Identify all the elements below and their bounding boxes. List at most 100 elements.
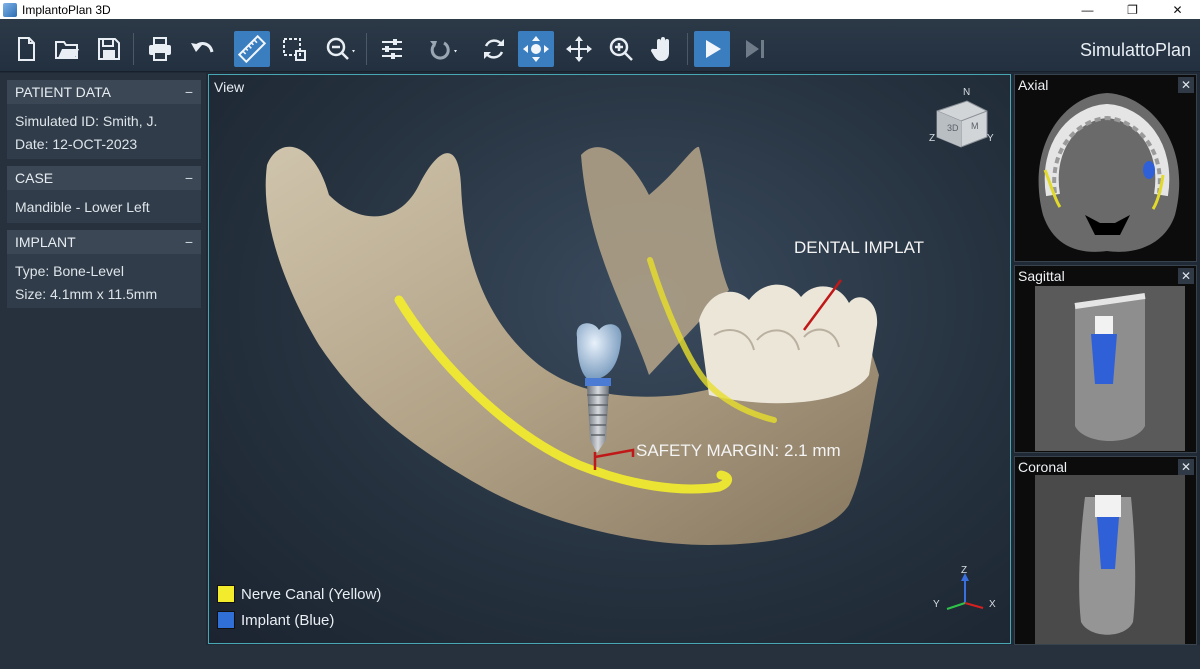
move-arrows-icon xyxy=(566,36,592,62)
annotation-safety-margin: SAFETY MARGIN: 2.1 mm xyxy=(636,441,841,460)
main-toolbar: SimulattoPlan xyxy=(0,19,1200,72)
mandible-render: N 3D M Z Y Z Y X xyxy=(265,87,996,610)
save-icon xyxy=(98,38,120,60)
patient-data-header[interactable]: PATIENT DATA − xyxy=(7,80,201,104)
minimize-button[interactable]: — xyxy=(1065,0,1110,19)
rotate-dropdown-button[interactable] xyxy=(420,31,464,67)
coronal-label: Coronal xyxy=(1018,459,1068,475)
axis-label-z: Z xyxy=(961,565,967,576)
sagittal-close-button[interactable]: ✕ xyxy=(1178,268,1194,284)
cube-label-n: N xyxy=(963,87,970,98)
ruler-icon xyxy=(238,35,266,63)
coronal-view-panel[interactable]: Coronal ✕ xyxy=(1014,456,1197,645)
axial-label: Axial xyxy=(1018,77,1049,93)
collapse-icon[interactable]: − xyxy=(185,170,193,186)
undo-button[interactable] xyxy=(184,31,220,67)
zoom-out-icon xyxy=(326,37,355,60)
title-bar: ImplantoPlan 3D — ❐ ✕ xyxy=(0,0,1200,19)
adjust-settings-button[interactable] xyxy=(374,31,410,67)
brand-name: SimulattoPlan xyxy=(1079,40,1191,60)
restore-button[interactable]: ❐ xyxy=(1110,0,1155,19)
selection-box-icon xyxy=(283,38,306,61)
implant-header[interactable]: IMPLANT − xyxy=(7,230,201,254)
teeth xyxy=(699,284,878,404)
hand-tool-button[interactable] xyxy=(645,31,681,67)
case-body: Mandible - Lower Left xyxy=(7,190,201,223)
collapse-icon[interactable]: − xyxy=(185,84,193,100)
left-sidebar: PATIENT DATA − Simulated ID: Smith, J. D… xyxy=(0,73,206,669)
patient-data-panel: PATIENT DATA − Simulated ID: Smith, J. D… xyxy=(7,80,201,159)
print-button[interactable] xyxy=(142,31,178,67)
new-file-button[interactable] xyxy=(8,31,44,67)
legend-label: Nerve Canal (Yellow) xyxy=(241,585,382,603)
legend-label: Implant (Blue) xyxy=(241,611,335,629)
toolbar-separator xyxy=(687,33,688,65)
implant-size: Size: 4.1mm x 11.5mm xyxy=(15,286,158,302)
open-folder-icon xyxy=(55,41,79,59)
move-button[interactable] xyxy=(561,31,597,67)
panel-title: CASE xyxy=(15,170,54,186)
hand-icon xyxy=(650,37,669,61)
zoom-dropdown-button[interactable] xyxy=(320,31,362,67)
window-title: ImplantoPlan 3D xyxy=(22,2,111,17)
axis-triad xyxy=(946,573,984,610)
sagittal-scan-image xyxy=(1035,286,1185,451)
refresh-icon xyxy=(484,39,504,59)
coronal-scan-image xyxy=(1035,475,1185,644)
legend-item-implant: Implant (Blue) xyxy=(217,611,381,629)
collapse-icon[interactable]: − xyxy=(185,234,193,250)
legend-swatch-nerve xyxy=(217,585,235,603)
3d-viewport[interactable]: View N 3D M Z Y Z Y X DENTAL IMPLAT SAFE… xyxy=(208,74,1011,644)
implant-type: Type: Bone-Level xyxy=(15,263,124,279)
cube-label-y: Y xyxy=(987,133,994,144)
case-panel: CASE − Mandible - Lower Left xyxy=(7,166,201,223)
panel-title: PATIENT DATA xyxy=(15,84,111,100)
close-window-button[interactable]: ✕ xyxy=(1155,0,1200,19)
sagittal-label: Sagittal xyxy=(1018,268,1065,284)
open-button[interactable] xyxy=(49,31,85,67)
sagittal-view-panel[interactable]: Sagittal ✕ xyxy=(1014,265,1197,453)
axial-close-button[interactable]: ✕ xyxy=(1178,77,1194,93)
cube-label-3d: 3D xyxy=(947,123,959,133)
cube-label-m: M xyxy=(971,121,979,131)
pan-center-icon xyxy=(523,36,549,62)
patient-date: Date: 12-OCT-2023 xyxy=(15,136,138,152)
status-strip xyxy=(0,645,1200,669)
patient-id: Simulated ID: Smith, J. xyxy=(15,113,158,129)
sliders-icon xyxy=(382,39,402,59)
axis-label-x: X xyxy=(989,599,996,610)
app-icon xyxy=(3,2,17,17)
zoom-in-button[interactable] xyxy=(603,31,639,67)
refresh-button[interactable] xyxy=(476,31,512,67)
legend-item-nerve: Nerve Canal (Yellow) xyxy=(217,585,381,603)
toolbar-separator xyxy=(366,33,367,65)
axis-label-y: Y xyxy=(933,599,940,610)
undo-icon xyxy=(191,42,214,53)
legend-swatch-implant xyxy=(217,611,235,629)
toolbar-separator xyxy=(133,33,134,65)
patient-data-body: Simulated ID: Smith, J. Date: 12-OCT-202… xyxy=(7,104,201,160)
orientation-cube[interactable] xyxy=(936,100,988,148)
play-button[interactable] xyxy=(694,31,730,67)
zoom-in-icon xyxy=(609,37,633,61)
pan-center-button[interactable] xyxy=(518,31,554,67)
print-icon xyxy=(149,37,171,61)
axial-view-panel[interactable]: Axial ✕ xyxy=(1014,74,1197,262)
step-forward-icon xyxy=(746,40,764,58)
legend: Nerve Canal (Yellow) Implant (Blue) xyxy=(217,577,381,629)
new-file-icon xyxy=(18,37,35,61)
case-header[interactable]: CASE − xyxy=(7,166,201,190)
cube-label-z: Z xyxy=(929,133,935,144)
rotate-icon xyxy=(430,41,457,60)
select-region-button[interactable] xyxy=(276,31,312,67)
save-button[interactable] xyxy=(91,31,127,67)
coronal-close-button[interactable]: ✕ xyxy=(1178,459,1194,475)
measure-tool-button[interactable] xyxy=(234,31,270,67)
panel-title: IMPLANT xyxy=(15,234,76,250)
annotation-dental-implant: DENTAL IMPLAT xyxy=(794,238,925,257)
window-controls: — ❐ ✕ xyxy=(1065,0,1200,19)
implant-panel: IMPLANT − Type: Bone-Level Size: 4.1mm x… xyxy=(7,230,201,308)
step-forward-button[interactable] xyxy=(737,31,773,67)
axial-scan-image xyxy=(1038,93,1180,252)
implant-body: Type: Bone-Level Size: 4.1mm x 11.5mm xyxy=(7,254,201,310)
